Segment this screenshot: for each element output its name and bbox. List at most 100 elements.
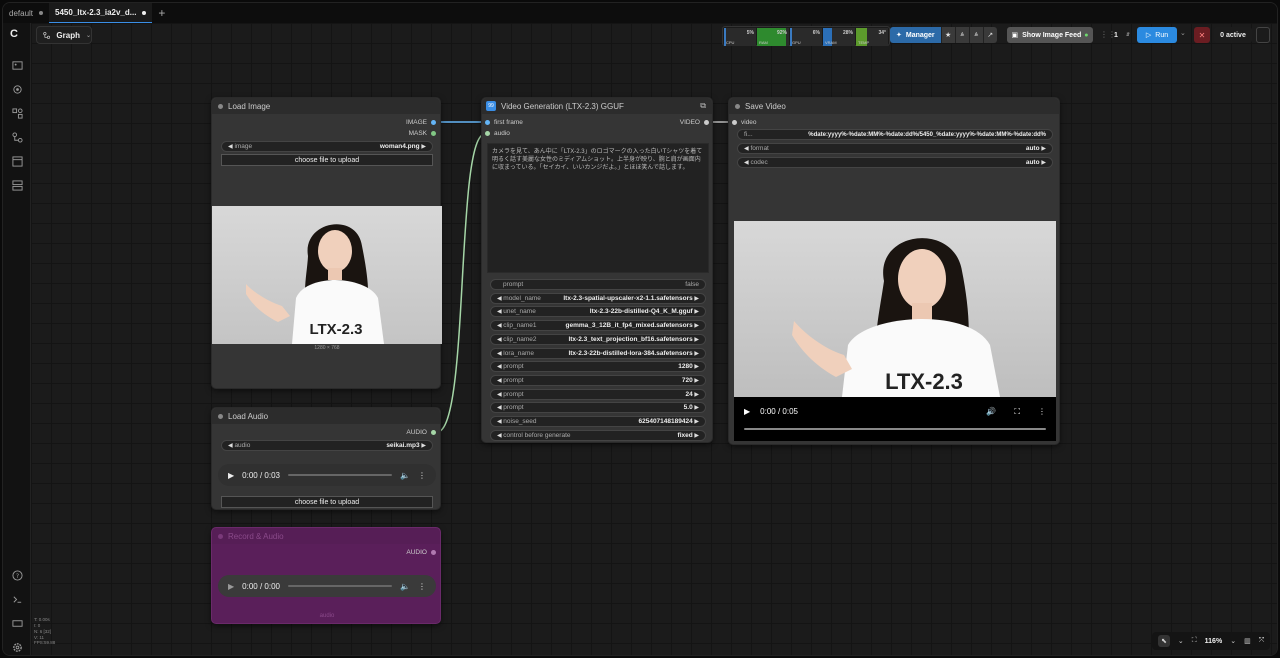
play-icon[interactable]: ▶ [744,407,750,416]
filename-prefix-widget[interactable]: fi... %date:yyyy%-%date:MM%-%date:dd%/54… [737,129,1053,140]
fullscreen-icon[interactable]: ⛶ [1014,407,1020,417]
collapse-dot-icon[interactable] [218,533,223,539]
socket-dot-icon[interactable] [704,120,709,125]
volume-icon[interactable]: 🔈 [400,471,410,480]
prompt-textarea[interactable]: カメラを見て、あん中に「LTX-2.3」のロゴマークの入った白いTシャツを着て明… [487,143,709,273]
node-title-bar[interactable]: Load Image [212,98,440,114]
more-options-icon[interactable]: ⋮ [1038,407,1046,417]
chevron-down-icon[interactable]: ⌄ [1178,637,1184,645]
tab-workflow[interactable]: 5450_ltx-2.3_ia2v_d... [49,3,153,23]
audio-player[interactable]: ▶ 0:00 / 0:03 🔈 ⋮ [218,464,436,486]
arrow-left-icon[interactable]: ◀ [744,146,749,152]
arrow-right-icon[interactable]: ▶ [693,309,699,315]
node-title-bar[interactable]: Load Audio [212,408,440,424]
zoom-level[interactable]: 116% [1205,638,1223,645]
arrow-right-icon[interactable]: ▶ [693,419,699,425]
terminal-icon[interactable] [11,593,23,605]
arrow-right-icon[interactable]: ▶ [1041,160,1046,166]
output-audio[interactable]: AUDIO [406,549,436,556]
widget-prompt[interactable]: ◀ prompt 1280 ▶ [490,361,706,373]
queue-icon[interactable] [11,179,23,191]
expand-icon[interactable]: ⧉ [700,101,706,111]
video-controls[interactable]: ▶ 0:00 / 0:05 🔊 ⛶ ⋮ [734,397,1056,441]
more-options-icon[interactable]: ⋮ [418,582,426,591]
arrow-right-icon[interactable]: ▶ [693,364,699,370]
image-combo-widget[interactable]: ◀ image woman4.png ▶ [221,141,433,152]
widget-prompt[interactable]: ◀ prompt 24 ▶ [490,388,706,400]
widget-noise-seed[interactable]: ◀ noise_seed 625407148189424 ▶ [490,416,706,427]
socket-dot-icon[interactable] [485,131,490,136]
star-button[interactable]: ★ [940,27,955,43]
record-audio-node[interactable]: Record & Audio AUDIO ▶ 0:00 / 0:00 🔈 ⋮ a… [211,527,441,624]
arrow-right-icon[interactable]: ▶ [693,337,699,343]
node-title-bar[interactable]: Record & Audio [212,528,440,544]
node-title-bar[interactable]: Save Video [729,98,1059,114]
templates-icon[interactable] [11,155,23,167]
arrow-right-icon[interactable]: ▶ [693,378,699,384]
socket-dot-icon[interactable] [431,120,436,125]
stepper-icon[interactable]: ⇵ [1126,32,1130,38]
node-library-icon[interactable] [11,107,23,119]
upload-file-button[interactable]: choose file to upload [221,154,433,166]
video-seek-bar[interactable] [744,428,1046,430]
socket-dot-icon[interactable] [431,131,436,136]
socket-dot-icon[interactable] [431,430,436,435]
manager-button[interactable]: ✦ Manager [890,27,941,43]
arrow-right-icon[interactable]: ▶ [693,323,699,329]
play-icon[interactable]: ▶ [228,471,234,480]
run-options-chevron-icon[interactable]: ⌄ [1180,29,1186,37]
output-audio[interactable]: AUDIO [406,429,436,436]
input-video[interactable]: video [732,119,757,126]
arrow-right-icon[interactable]: ▶ [421,443,426,449]
widget-control-before-generate[interactable]: ◀ control before generate fixed ▶ [490,429,706,441]
toggle-panel-button[interactable] [1256,27,1270,43]
upload-file-button[interactable]: choose file to upload [221,496,433,508]
free-memory-button[interactable]: ⩓ [968,27,983,43]
codec-combo-widget[interactable]: ◀ codec auto ▶ [737,157,1053,168]
input-first-frame[interactable]: first frame [485,119,523,126]
arrow-right-icon[interactable]: ▶ [693,405,699,411]
show-image-feed-button[interactable]: ▣ Show Image Feed ● [1007,27,1093,43]
graph-mode-button[interactable]: Graph ⌄ [36,26,92,44]
widget-prompt[interactable]: prompt false [490,279,706,290]
active-queue-label[interactable]: 0 active [1214,27,1252,43]
collapse-dot-icon[interactable] [218,103,223,109]
models-icon[interactable] [11,83,23,95]
output-image[interactable]: IMAGE [406,119,436,126]
collapse-dot-icon[interactable] [218,413,223,419]
settings-gear-icon[interactable] [11,641,23,653]
socket-dot-icon[interactable] [485,120,490,125]
widget-unet-name[interactable]: ◀ unet_name ltx-2.3-22b-distilled-Q4_K_M.… [490,306,706,318]
play-icon[interactable]: ▶ [228,582,234,591]
run-button[interactable]: ▷ Run [1137,27,1177,43]
collapse-dot-icon[interactable] [735,103,740,109]
help-icon[interactable]: ? [11,569,23,581]
arrow-right-icon[interactable]: ▶ [693,351,699,357]
arrow-right-icon[interactable]: ▶ [693,433,699,439]
arrow-right-icon[interactable]: ▶ [693,392,699,398]
arrow-left-icon[interactable]: ◀ [744,160,749,166]
cancel-run-button[interactable]: ✕ [1194,27,1210,43]
widget-model-name[interactable]: ◀ model_name ltx-2.3-spatial-upscaler-x2-… [490,292,706,304]
tab-default[interactable]: default [3,3,49,23]
widget-clip-name2[interactable]: ◀ clip_name2 ltx-2.3_text_projection_bf16… [490,333,706,345]
output-mask[interactable]: MASK [409,130,436,137]
link-visibility-icon[interactable]: ⤧ [1259,637,1265,645]
select-tool-icon[interactable]: ⬉ [1158,635,1170,647]
save-video-node[interactable]: Save Video video fi... %date:yyyy%-%date… [728,97,1060,445]
volume-icon[interactable]: 🔊 [986,407,996,417]
widget-lora-name[interactable]: ◀ lora_name ltx-2.3-22b-distilled-lora-38… [490,347,706,359]
queue-count-input[interactable]: 1 ⇵ [1108,27,1136,43]
load-audio-node[interactable]: Load Audio AUDIO ◀ audio seikai.mp3 ▶ ▶ … [211,407,441,510]
arrow-right-icon[interactable]: ▶ [421,144,426,150]
more-options-icon[interactable]: ⋮ [418,471,426,480]
audio-player[interactable]: ▶ 0:00 / 0:00 🔈 ⋮ [218,575,436,597]
output-video[interactable]: VIDEO [680,119,709,126]
widget-clip-name1[interactable]: ◀ clip_name1 gemma_3_12B_it_fp4_mixed.saf… [490,320,706,332]
audio-seek-bar[interactable] [287,474,393,476]
socket-dot-icon[interactable] [431,550,436,555]
widget-prompt[interactable]: ◀ prompt 5.0 ▶ [490,402,706,414]
workflows-icon[interactable] [11,131,23,143]
minimap-icon[interactable]: ▥ [1244,637,1251,645]
chevron-down-icon[interactable]: ⌄ [1230,637,1236,645]
